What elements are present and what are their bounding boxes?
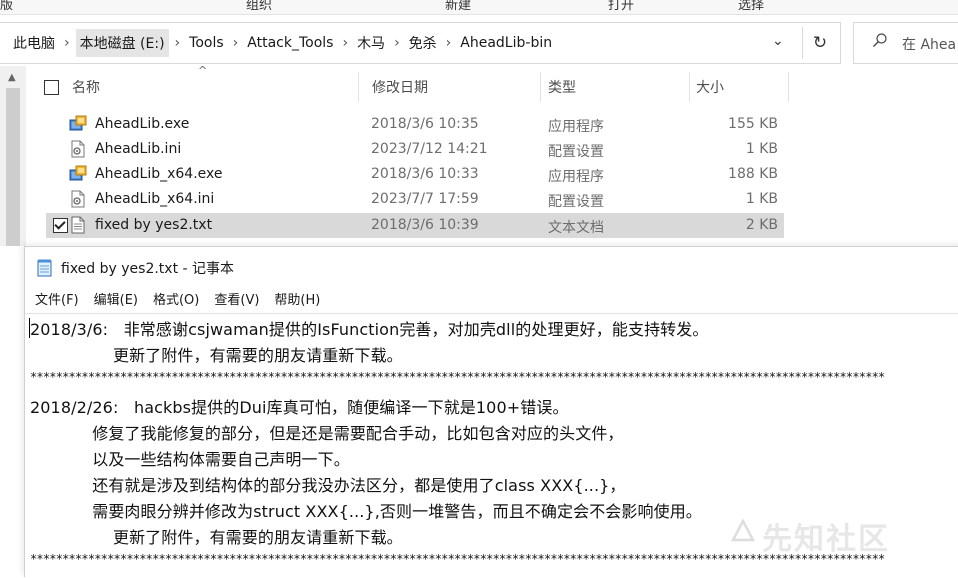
exe-icon bbox=[69, 115, 87, 131]
file-list-header: ^ 名称 修改日期 类型 大小 bbox=[26, 64, 796, 108]
menu-format[interactable]: 格式(O) bbox=[153, 289, 199, 308]
breadcrumb-item[interactable]: Attack_Tools bbox=[244, 35, 336, 51]
file-size: 1 KB bbox=[745, 191, 778, 207]
scroll-up-arrow-icon[interactable]: ▲ bbox=[8, 72, 16, 83]
scrollbar-thumb[interactable] bbox=[6, 88, 20, 246]
column-header-type[interactable]: 类型 bbox=[548, 66, 576, 108]
ribbon-label-edition: 版 bbox=[0, 0, 14, 13]
text-line: ****************************************… bbox=[30, 370, 885, 384]
row-checkbox[interactable] bbox=[53, 218, 68, 233]
breadcrumb-item[interactable]: 免杀 bbox=[406, 33, 440, 53]
refresh-icon: ↻ bbox=[812, 33, 828, 53]
text-line: 以及一些结构体需要自己声明一下。 bbox=[30, 450, 350, 469]
ribbon-label-select[interactable]: 选择 bbox=[738, 0, 764, 13]
breadcrumb-separator-icon[interactable]: › bbox=[336, 35, 354, 51]
file-row[interactable]: AheadLib.exe 2018/3/6 10:35 应用程序 155 KB bbox=[46, 112, 784, 137]
watermark-text: 先知社区 bbox=[762, 522, 890, 557]
watermark-logo-icon bbox=[730, 518, 756, 542]
ini-icon bbox=[71, 140, 85, 158]
file-type: 文本文档 bbox=[548, 220, 604, 236]
file-size: 1 KB bbox=[745, 141, 778, 157]
file-type: 配置设置 bbox=[548, 194, 604, 210]
ini-icon bbox=[71, 190, 85, 208]
file-name: AheadLib.exe bbox=[95, 116, 190, 132]
file-size: 2 KB bbox=[745, 217, 778, 233]
ribbon-label-new[interactable]: 新建 bbox=[445, 0, 471, 13]
breadcrumb-separator-icon[interactable]: › bbox=[440, 35, 458, 51]
text-line: 更新了附件，有需要的朋友请重新下载。 bbox=[30, 528, 403, 547]
column-divider[interactable] bbox=[788, 72, 789, 102]
text-line: ****************************************… bbox=[30, 552, 885, 566]
column-divider[interactable] bbox=[358, 72, 359, 102]
notepad-titlebar[interactable]: fixed by yes2.txt - 记事本 bbox=[37, 257, 234, 279]
breadcrumb-item[interactable]: 此电脑 bbox=[10, 33, 58, 53]
breadcrumb-separator-icon[interactable]: › bbox=[388, 35, 406, 51]
search-placeholder: 在 Ahea bbox=[902, 37, 957, 53]
menu-file[interactable]: 文件(F) bbox=[35, 289, 79, 308]
notepad-icon bbox=[37, 259, 52, 277]
file-size: 188 KB bbox=[728, 166, 778, 182]
file-type: 配置设置 bbox=[548, 144, 604, 160]
breadcrumb-item[interactable]: 木马 bbox=[354, 33, 388, 53]
breadcrumb-item[interactable]: 本地磁盘 (E:) bbox=[75, 29, 169, 57]
column-header-date[interactable]: 修改日期 bbox=[372, 66, 428, 108]
breadcrumb-item[interactable]: Tools bbox=[186, 35, 227, 51]
breadcrumb: 此电脑 › 本地磁盘 (E:) › Tools › Attack_Tools ›… bbox=[10, 23, 555, 63]
search-icon bbox=[873, 33, 887, 47]
text-line: 修复了我能修复的部分，但是还是需要配合手动，比如包含对应的头文件， bbox=[30, 424, 624, 443]
search-input[interactable]: 在 Ahea bbox=[853, 22, 958, 64]
file-row[interactable]: AheadLib_x64.exe 2018/3/6 10:33 应用程序 188… bbox=[46, 162, 784, 187]
address-bar[interactable]: 此电脑 › 本地磁盘 (E:) › Tools › Attack_Tools ›… bbox=[0, 22, 841, 64]
breadcrumb-separator-icon[interactable]: › bbox=[58, 35, 76, 51]
breadcrumb-separator-icon[interactable]: › bbox=[169, 35, 187, 51]
text-line: 2018/3/6: 非常感谢csjwaman提供的IsFunction完善，对加… bbox=[30, 320, 709, 339]
menu-view[interactable]: 查看(V) bbox=[214, 289, 259, 308]
refresh-button[interactable]: ↻ bbox=[802, 27, 837, 59]
text-line: 需要肉眼分辨并修改为struct XXX{...},否则一堆警告，而且不确定会不… bbox=[30, 502, 702, 521]
file-type: 应用程序 bbox=[548, 169, 604, 185]
text-line: 还有就是涉及到结构体的部分我没办法区分，都是使用了class XXX{...}， bbox=[30, 476, 626, 495]
ribbon-strip: 版 组织 新建 打开 选择 bbox=[0, 0, 958, 15]
column-header-name[interactable]: 名称 bbox=[72, 66, 100, 108]
address-row: 此电脑 › 本地磁盘 (E:) › Tools › Attack_Tools ›… bbox=[0, 22, 958, 64]
file-date: 2023/7/12 14:21 bbox=[371, 141, 488, 157]
exe-icon bbox=[69, 165, 87, 181]
file-name: AheadLib_x64.exe bbox=[95, 166, 223, 182]
sort-ascending-icon: ^ bbox=[198, 64, 208, 77]
chevron-down-icon[interactable]: ⌄ bbox=[772, 33, 784, 49]
file-name: fixed by yes2.txt bbox=[95, 217, 213, 233]
file-date: 2018/3/6 10:39 bbox=[371, 217, 479, 233]
file-row[interactable]: AheadLib.ini 2023/7/12 14:21 配置设置 1 KB bbox=[46, 137, 784, 162]
column-divider[interactable] bbox=[689, 72, 690, 102]
file-date: 2023/7/7 17:59 bbox=[371, 191, 479, 207]
column-divider[interactable] bbox=[540, 72, 541, 102]
menu-help[interactable]: 帮助(H) bbox=[274, 289, 320, 308]
ribbon-label-open[interactable]: 打开 bbox=[608, 0, 634, 13]
breadcrumb-separator-icon[interactable]: › bbox=[227, 35, 245, 51]
file-date: 2018/3/6 10:33 bbox=[371, 166, 479, 182]
select-all-checkbox[interactable] bbox=[44, 80, 59, 95]
breadcrumb-item-current[interactable]: AheadLib-bin bbox=[457, 35, 555, 51]
menu-edit[interactable]: 编辑(E) bbox=[94, 289, 138, 308]
file-row-selected[interactable]: fixed by yes2.txt 2018/3/6 10:39 文本文档 2 … bbox=[46, 213, 784, 238]
file-row[interactable]: AheadLib_x64.ini 2023/7/7 17:59 配置设置 1 K… bbox=[46, 187, 784, 212]
file-type: 应用程序 bbox=[548, 119, 604, 135]
notepad-title: fixed by yes2.txt - 记事本 bbox=[61, 261, 235, 277]
column-header-size[interactable]: 大小 bbox=[696, 66, 724, 108]
nav-pane-scrollbar[interactable]: ▲ bbox=[0, 66, 26, 246]
text-line: 2018/2/26: hackbs提供的Dui库真可怕，随便编译一下就是100+… bbox=[30, 398, 569, 417]
file-name: AheadLib.ini bbox=[95, 141, 182, 157]
notepad-menubar: 文件(F) 编辑(E) 格式(O) 查看(V) 帮助(H) bbox=[35, 289, 335, 308]
text-line: 更新了附件，有需要的朋友请重新下载。 bbox=[30, 346, 403, 365]
file-name: AheadLib_x64.ini bbox=[95, 191, 215, 207]
ribbon-label-organize[interactable]: 组织 bbox=[246, 0, 272, 13]
txt-icon bbox=[71, 216, 85, 234]
file-date: 2018/3/6 10:35 bbox=[371, 116, 479, 132]
file-size: 155 KB bbox=[728, 116, 778, 132]
